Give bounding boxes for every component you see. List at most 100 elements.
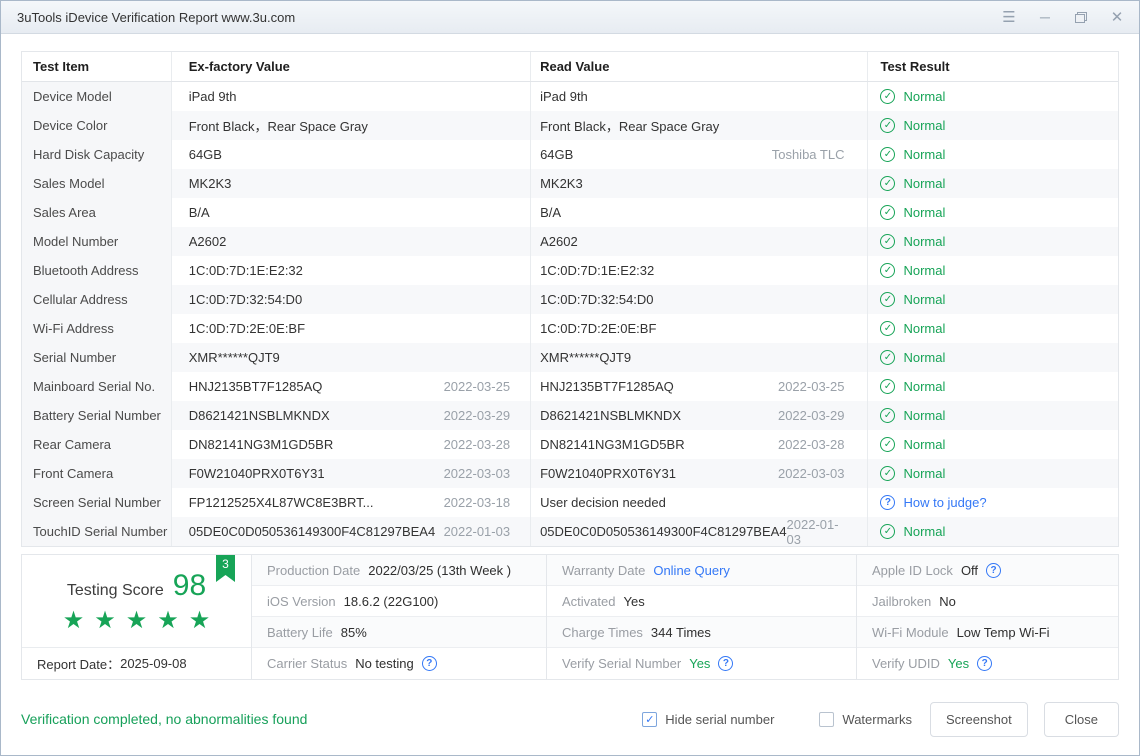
ex-factory-value-cell: FP1212525X4L87WC8E3BRT...2022-03-18 xyxy=(172,488,531,517)
test-result-cell: ✓Normal xyxy=(868,285,1118,314)
menu-icon[interactable]: ☰ xyxy=(1001,10,1017,24)
ex-factory-date: 2022-03-28 xyxy=(444,437,511,452)
report-date-row: Report Date： 2025-09-08 xyxy=(22,648,251,679)
test-result-cell: ✓Normal xyxy=(868,372,1118,401)
ex-factory-value: F0W21040PRX0T6Y31 xyxy=(189,466,325,481)
info-label: iOS Version xyxy=(267,594,336,609)
read-value-cell: 64GBToshiba TLC xyxy=(531,140,868,169)
table-row: Sales AreaB/AB/A✓Normal xyxy=(22,198,1118,227)
watermarks-checkbox[interactable] xyxy=(819,712,834,727)
test-item-label: Device Model xyxy=(22,82,172,111)
test-result-text: Normal xyxy=(903,263,945,278)
testing-score-cell: 3 Testing Score 98 ★★★★★ Report Date： 20… xyxy=(22,555,252,679)
ex-factory-value: XMR******QJT9 xyxy=(189,350,280,365)
ex-factory-value-cell: iPad 9th xyxy=(172,82,531,111)
table-row: Battery Serial Number D8621421NSBLMKNDX 20… xyxy=(22,401,1118,430)
report-date-label: Report Date： xyxy=(37,654,120,673)
check-circle-icon: ✓ xyxy=(880,118,895,133)
ex-factory-value: 1C:0D:7D:32:54:D0 xyxy=(189,292,302,307)
read-value: DN82141NG3M1GD5BR xyxy=(540,437,685,452)
ex-factory-value-cell: MK2K3 xyxy=(172,169,531,198)
ex-factory-value-cell: 64GB xyxy=(172,140,531,169)
how-to-judge-link[interactable]: How to judge? xyxy=(903,495,986,510)
test-result-text: Normal xyxy=(903,321,945,336)
test-result-cell: ✓Normal xyxy=(868,256,1118,285)
ex-factory-value: D8621421NSBLMKNDX xyxy=(189,408,330,423)
info-value: No xyxy=(939,594,956,609)
ex-factory-value: 1C:0D:7D:1E:E2:32 xyxy=(189,263,303,278)
info-row: Verify Serial NumberYes? xyxy=(547,648,856,679)
hide-serial-checkbox-group[interactable]: Hide serial number xyxy=(642,712,774,727)
check-circle-icon: ✓ xyxy=(880,176,895,191)
test-result-text: Normal xyxy=(903,205,945,220)
read-value: 64GB xyxy=(540,147,573,162)
table-row: Rear CameraDN82141NG3M1GD5BR2022-03-28DN… xyxy=(22,430,1118,459)
table-row: Device ColorFront Black，Rear Space GrayF… xyxy=(22,111,1118,140)
info-label: Production Date xyxy=(267,563,360,578)
minimize-button[interactable]: ─ xyxy=(1037,10,1053,24)
test-result-text: Normal xyxy=(903,147,945,162)
close-report-button[interactable]: Close xyxy=(1044,702,1119,737)
table-row: Wi-Fi Address1C:0D:7D:2E:0E:BF1C:0D:7D:2… xyxy=(22,314,1118,343)
test-item-label: Battery Serial Number xyxy=(22,401,172,430)
star-icon: ★ xyxy=(157,607,179,634)
ex-factory-date: 2022-03-29 xyxy=(444,408,511,423)
read-value-cell: 1C:0D:7D:2E:0E:BF xyxy=(531,314,868,343)
info-row: ActivatedYes xyxy=(547,586,856,617)
test-result-text: Normal xyxy=(903,437,945,452)
read-value: F0W21040PRX0T6Y31 xyxy=(540,466,676,481)
header-test-item: Test Item xyxy=(22,52,172,81)
info-label: Activated xyxy=(562,594,615,609)
table-row: Serial NumberXMR******QJT9XMR******QJT9✓… xyxy=(22,343,1118,372)
test-item-label: Serial Number xyxy=(22,343,172,372)
read-date: 2022-01-03 xyxy=(787,517,845,547)
read-value: A2602 xyxy=(540,234,578,249)
test-item-label: Cellular Address xyxy=(22,285,172,314)
header-test-result: Test Result xyxy=(868,52,1118,81)
question-circle-icon[interactable]: ? xyxy=(986,563,1001,578)
read-value-cell: A2602 xyxy=(531,227,868,256)
table-row: Model NumberA2602A2602✓Normal xyxy=(22,227,1118,256)
read-date: 2022-03-25 xyxy=(778,379,845,394)
check-circle-icon: ✓ xyxy=(880,321,895,336)
question-circle-icon[interactable]: ? xyxy=(977,656,992,671)
read-value: User decision needed xyxy=(540,495,666,510)
ex-factory-date: 2022-01-03 xyxy=(444,524,511,539)
read-value-cell: HNJ2135BT7F1285AQ2022-03-25 xyxy=(531,372,868,401)
ex-factory-value-cell: 1C:0D:7D:32:54:D0 xyxy=(172,285,531,314)
ex-factory-value-cell: DN82141NG3M1GD5BR 2022-03-28 xyxy=(172,430,531,459)
screenshot-button[interactable]: Screenshot xyxy=(930,702,1028,737)
testing-score-value: 98 xyxy=(173,569,206,603)
info-row: Carrier StatusNo testing? xyxy=(252,648,546,679)
ex-factory-value: 05DE0C0D050536149300F4C81297BEA4 xyxy=(189,524,435,539)
info-label: Apple ID Lock xyxy=(872,563,953,578)
info-label: Battery Life xyxy=(267,625,333,640)
star-icon: ★ xyxy=(189,607,211,634)
check-circle-icon: ✓ xyxy=(880,408,895,423)
question-circle-icon[interactable]: ? xyxy=(718,656,733,671)
online-query-link[interactable]: Online Query xyxy=(653,563,730,578)
test-result-cell: ✓ Normal xyxy=(868,111,1118,140)
info-column: Warranty DateOnline QueryActivatedYesCha… xyxy=(547,555,857,679)
read-value-cell: XMR******QJT9 xyxy=(531,343,868,372)
info-row: Warranty DateOnline Query xyxy=(547,555,856,586)
question-circle-icon[interactable]: ? xyxy=(422,656,437,671)
test-item-label: Device Color xyxy=(22,111,172,140)
read-value: 1C:0D:7D:2E:0E:BF xyxy=(540,321,656,336)
restore-button[interactable] xyxy=(1073,10,1089,24)
footer-bar: Verification completed, no abnormalities… xyxy=(21,699,1119,739)
watermarks-checkbox-group[interactable]: Watermarks xyxy=(819,712,912,727)
test-result-text: Normal xyxy=(903,118,945,133)
question-circle-icon[interactable]: ? xyxy=(880,495,895,510)
hide-serial-checkbox[interactable] xyxy=(642,712,657,727)
verification-status-text: Verification completed, no abnormalities… xyxy=(21,711,307,727)
ex-factory-value: DN82141NG3M1GD5BR xyxy=(189,437,334,452)
test-result-text: Normal xyxy=(903,350,945,365)
test-item-label: TouchID Serial Number xyxy=(22,517,172,546)
info-row: Production Date2022/03/25 (13th Week ) xyxy=(252,555,546,586)
info-grid: Production Date2022/03/25 (13th Week ) iO… xyxy=(252,555,1118,679)
test-result-cell: ✓ Normal xyxy=(868,314,1118,343)
info-column: Production Date2022/03/25 (13th Week ) iO… xyxy=(252,555,547,679)
ex-factory-value-cell: 1C:0D:7D:2E:0E:BF xyxy=(172,314,531,343)
close-button[interactable]: ✕ xyxy=(1109,10,1125,24)
